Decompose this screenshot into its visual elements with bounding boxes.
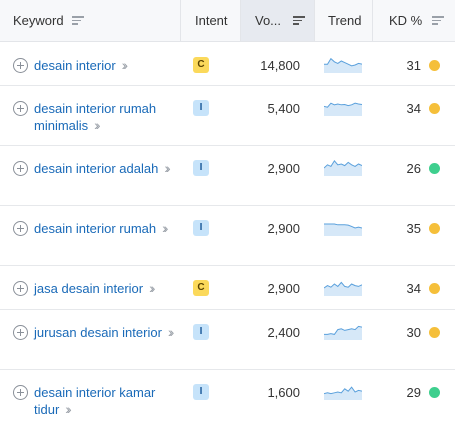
- kd-value: 30: [406, 325, 421, 340]
- kd-value: 26: [406, 161, 421, 176]
- intent-badge: C: [193, 57, 209, 73]
- add-keyword-icon[interactable]: [13, 58, 28, 73]
- table-row: jasa desain interior ›› C 2,900 34: [0, 266, 455, 310]
- add-keyword-icon[interactable]: [13, 325, 28, 340]
- table-row: desain interior rumah minimalis ›› I 5,40…: [0, 86, 455, 146]
- volume-value: 2,400: [267, 325, 300, 340]
- kd-difficulty-dot: [429, 387, 440, 398]
- kd-difficulty-dot: [429, 163, 440, 174]
- trend-sparkline: [324, 159, 362, 176]
- kd-value: 34: [406, 281, 421, 296]
- double-chevron-icon[interactable]: ››: [94, 117, 101, 134]
- intent-badge: C: [193, 280, 209, 296]
- kd-value: 29: [406, 385, 421, 400]
- table-row: jurusan desain interior ›› I 2,400 30: [0, 310, 455, 370]
- trend-sparkline: [324, 57, 362, 73]
- trend-sparkline: [324, 223, 362, 236]
- keyword-link[interactable]: desain interior ››: [34, 57, 129, 74]
- intent-badge: I: [193, 100, 209, 116]
- trend-sparkline: [324, 102, 362, 116]
- volume-value: 5,400: [267, 101, 300, 116]
- trend-sparkline: [324, 325, 362, 340]
- column-intent-label: Intent: [195, 13, 228, 28]
- intent-badge: I: [193, 220, 209, 236]
- add-keyword-icon[interactable]: [13, 221, 28, 236]
- kd-difficulty-dot: [429, 60, 440, 71]
- sort-icon[interactable]: [71, 14, 84, 27]
- add-keyword-icon[interactable]: [13, 281, 28, 296]
- keyword-link[interactable]: jurusan desain interior ››: [34, 324, 175, 341]
- table-row: desain interior rumah ›› I 2,900 35: [0, 206, 455, 266]
- kd-value: 35: [406, 221, 421, 236]
- add-keyword-icon[interactable]: [13, 385, 28, 400]
- trend-area: [324, 224, 362, 236]
- column-volume-label: Vo...: [255, 13, 282, 28]
- kd-difficulty-dot: [429, 223, 440, 234]
- keyword-link[interactable]: jasa desain interior ››: [34, 280, 156, 297]
- table-header: Keyword Intent Vo... Trend KD %: [0, 0, 455, 42]
- keyword-link[interactable]: desain interior rumah ››: [34, 220, 169, 237]
- volume-value: 2,900: [267, 221, 300, 236]
- column-trend[interactable]: Trend: [314, 0, 372, 41]
- keyword-link[interactable]: desain interior adalah ››: [34, 160, 171, 177]
- volume-value: 2,900: [267, 161, 300, 176]
- double-chevron-icon[interactable]: ››: [162, 220, 169, 237]
- volume-value: 2,900: [267, 281, 300, 296]
- keyword-cell: desain interior kamar tidur ››: [13, 384, 178, 418]
- column-kd-label: KD %: [389, 13, 423, 28]
- keyword-cell: jurusan desain interior ››: [13, 324, 178, 341]
- keyword-cell: desain interior ››: [13, 57, 178, 74]
- kd-value: 34: [406, 101, 421, 116]
- double-chevron-icon[interactable]: ››: [122, 57, 129, 74]
- intent-badge: I: [193, 324, 209, 340]
- keyword-link[interactable]: desain interior rumah minimalis ››: [34, 100, 178, 134]
- trend-sparkline: [324, 281, 362, 296]
- column-kd[interactable]: KD %: [372, 0, 455, 41]
- kd-value: 31: [406, 58, 421, 73]
- keyword-cell: desain interior rumah ››: [13, 220, 178, 237]
- add-keyword-icon[interactable]: [13, 161, 28, 176]
- volume-value: 1,600: [267, 385, 300, 400]
- column-intent[interactable]: Intent: [180, 0, 240, 41]
- sort-icon[interactable]: [432, 14, 445, 27]
- trend-sparkline: [324, 386, 362, 400]
- double-chevron-icon[interactable]: ››: [65, 401, 72, 418]
- trend-area: [324, 160, 362, 176]
- kd-difficulty-dot: [429, 283, 440, 294]
- add-keyword-icon[interactable]: [13, 101, 28, 116]
- keyword-table: Keyword Intent Vo... Trend KD % desain i…: [0, 0, 455, 429]
- double-chevron-icon[interactable]: ››: [168, 324, 175, 341]
- sort-icon[interactable]: [293, 14, 306, 27]
- double-chevron-icon[interactable]: ››: [149, 280, 156, 297]
- table-row: desain interior ›› C 14,800 31: [0, 42, 455, 86]
- keyword-cell: desain interior rumah minimalis ››: [13, 100, 178, 134]
- table-row: desain interior kamar tidur ›› I 1,600 29: [0, 370, 455, 429]
- intent-badge: I: [193, 160, 209, 176]
- kd-difficulty-dot: [429, 327, 440, 338]
- kd-difficulty-dot: [429, 103, 440, 114]
- volume-value: 14,800: [260, 58, 300, 73]
- column-trend-label: Trend: [328, 13, 362, 28]
- column-keyword[interactable]: Keyword: [0, 0, 180, 41]
- intent-badge: I: [193, 384, 209, 400]
- table-row: desain interior adalah ›› I 2,900 26: [0, 146, 455, 206]
- keyword-cell: jasa desain interior ››: [13, 280, 178, 297]
- keyword-cell: desain interior adalah ››: [13, 160, 178, 177]
- column-keyword-label: Keyword: [13, 13, 64, 28]
- column-volume[interactable]: Vo...: [240, 0, 314, 41]
- double-chevron-icon[interactable]: ››: [164, 160, 171, 177]
- keyword-link[interactable]: desain interior kamar tidur ››: [34, 384, 178, 418]
